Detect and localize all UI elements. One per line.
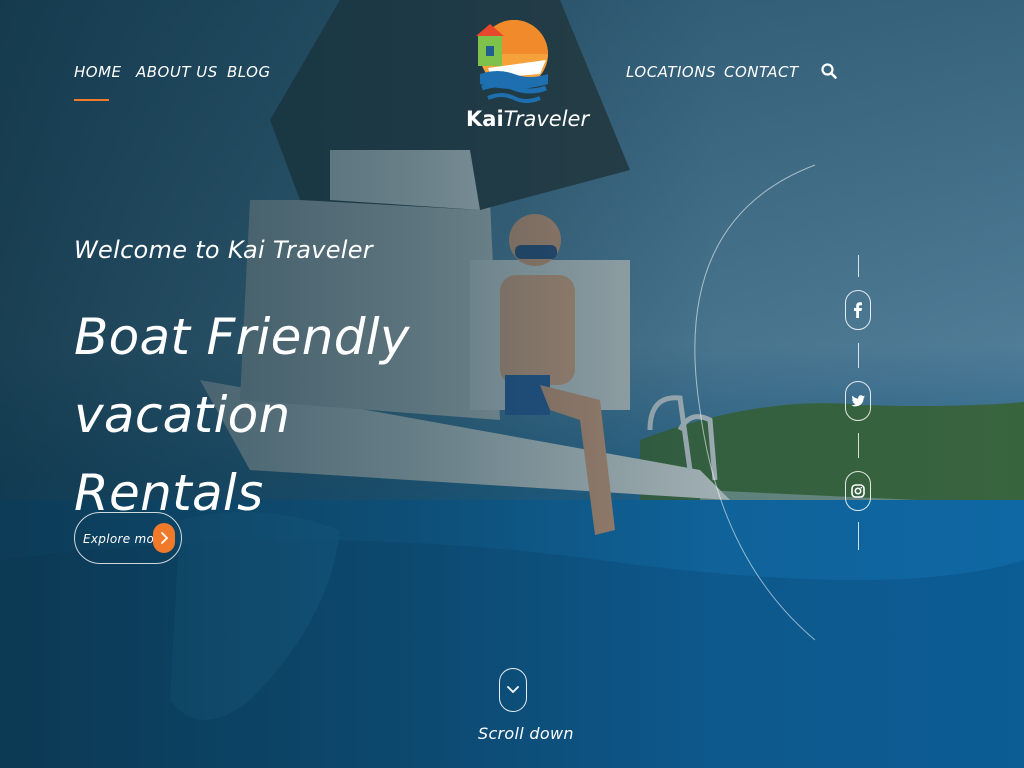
explore-more-button[interactable]: Explore more [74,512,182,564]
chevron-down-icon [507,686,519,694]
search-icon[interactable] [820,62,838,80]
social-divider [858,433,859,458]
social-divider [858,522,859,550]
twitter-icon [851,395,865,407]
nav-locations[interactable]: LOCATIONS [626,63,716,81]
scroll-down-button[interactable] [499,668,527,712]
decorative-arc [694,164,816,641]
instagram-link[interactable] [845,471,871,511]
brand-name-bold: Kai [466,107,504,131]
nav-home[interactable]: HOME [74,63,122,81]
hero-headline-line1: Boat Friendly vacation [74,308,410,444]
social-divider [858,343,859,368]
instagram-icon [851,484,865,498]
facebook-link[interactable] [845,290,871,330]
chevron-right-icon [153,523,175,553]
twitter-link[interactable] [845,381,871,421]
nav-about-us[interactable]: ABOUT US [136,63,218,81]
brand-name[interactable]: KaiTraveler [466,107,589,131]
welcome-text: Welcome to Kai Traveler [74,236,373,264]
nav-blog[interactable]: BLOG [227,63,271,81]
hero-headline: Boat Friendly vacation Rentals [74,298,594,532]
brand-name-rest: Traveler [503,107,590,131]
active-nav-underline [74,99,109,101]
facebook-icon [854,302,862,318]
scroll-down-label[interactable]: Scroll down [478,724,574,743]
nav-contact[interactable]: CONTACT [724,63,799,81]
social-divider [858,255,859,277]
